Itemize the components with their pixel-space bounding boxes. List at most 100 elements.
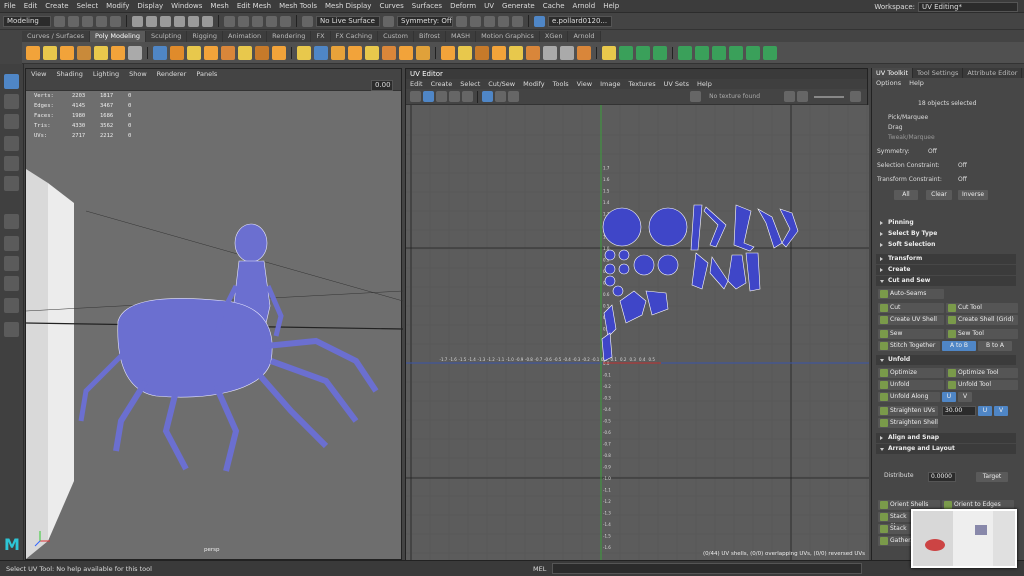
- shelf-tool-icon[interactable]: [221, 45, 235, 60]
- vertex-mode-icon[interactable]: [146, 15, 157, 27]
- shelf-tool-icon[interactable]: [653, 45, 667, 60]
- viewport-value-field[interactable]: 0.00: [371, 80, 393, 91]
- uv-grid-icon[interactable]: [436, 91, 447, 102]
- uv-menu-modify[interactable]: Modify: [519, 80, 549, 88]
- menu-item-arnold[interactable]: Arnold: [569, 2, 600, 10]
- shelf-tool-icon[interactable]: [238, 45, 252, 60]
- shelf-tab-rendering[interactable]: Rendering: [267, 31, 312, 42]
- history-icon[interactable]: [456, 15, 467, 27]
- shelf-tool-icon[interactable]: [77, 45, 91, 60]
- sew-tool-button[interactable]: Sew Tool: [946, 329, 1018, 339]
- shelf-tab-custom[interactable]: Custom: [378, 31, 414, 42]
- shelf-tool-icon[interactable]: [128, 45, 142, 60]
- shelf-tab-fx[interactable]: FX: [311, 31, 331, 42]
- select-by-type-section[interactable]: Select By Type: [876, 229, 1016, 239]
- uv-shell[interactable]: [648, 207, 688, 247]
- tweak-marquee-option[interactable]: Tweak/Marquee: [888, 134, 935, 141]
- uv-shell[interactable]: [604, 249, 616, 261]
- shelf-tool-icon[interactable]: [619, 45, 633, 60]
- viewport-menu-renderer[interactable]: Renderer: [152, 70, 192, 78]
- unfold-along-v-button[interactable]: V: [958, 392, 972, 402]
- exposure-icon[interactable]: [784, 91, 795, 102]
- menu-item-modify[interactable]: Modify: [102, 2, 133, 10]
- panel-tab-uv-toolkit[interactable]: UV Toolkit: [872, 68, 914, 78]
- shelf-tool-icon[interactable]: [348, 45, 362, 60]
- viewport-menu-panels[interactable]: Panels: [191, 70, 222, 78]
- redo-icon[interactable]: [110, 15, 121, 27]
- select-inverse-button[interactable]: Inverse: [958, 190, 988, 200]
- menu-item-help[interactable]: Help: [599, 2, 623, 10]
- soft-selection-section[interactable]: Soft Selection: [876, 240, 1016, 250]
- render-settings-icon[interactable]: [498, 15, 509, 27]
- uv-display-icon[interactable]: [495, 91, 506, 102]
- straighten-shell-button[interactable]: Straighten Shell: [878, 418, 938, 428]
- edge-mode-icon[interactable]: [160, 15, 171, 27]
- selection-constraint-value[interactable]: Off: [958, 162, 967, 169]
- pinning-section[interactable]: Pinning: [876, 218, 1016, 228]
- target-button[interactable]: Target: [976, 472, 1008, 482]
- lasso-tool-icon[interactable]: [4, 94, 19, 109]
- menu-item-cache[interactable]: Cache: [539, 2, 569, 10]
- layout-outliner-icon[interactable]: [4, 276, 19, 291]
- mel-language-toggle[interactable]: MEL: [533, 565, 546, 573]
- straighten-v-button[interactable]: V: [994, 406, 1008, 416]
- shelf-tab-fx-caching[interactable]: FX Caching: [330, 31, 379, 42]
- shelf-tool-icon[interactable]: [763, 45, 777, 60]
- menu-item-display[interactable]: Display: [133, 2, 167, 10]
- uv-menu-create[interactable]: Create: [427, 80, 457, 88]
- menu-item-curves[interactable]: Curves: [375, 2, 407, 10]
- uv-checker-icon[interactable]: [462, 91, 473, 102]
- stack-and-orient-button[interactable]: Stack a...: [878, 524, 912, 542]
- viewport-menu-show[interactable]: Show: [124, 70, 152, 78]
- menu-item-mesh[interactable]: Mesh: [206, 2, 232, 10]
- menu-item-deform[interactable]: Deform: [446, 2, 480, 10]
- create-section[interactable]: Create: [876, 265, 1016, 275]
- magnify-icon[interactable]: [4, 322, 19, 337]
- uv-shell[interactable]: [602, 207, 642, 247]
- unfold-button[interactable]: Unfold: [878, 380, 944, 390]
- shelf-tool-icon[interactable]: [712, 45, 726, 60]
- perspective-viewport[interactable]: View Shading Lighting Show Renderer Panels 0.…: [25, 68, 403, 560]
- user-account[interactable]: e.pollard0120...: [548, 15, 612, 27]
- toolkit-options-menu[interactable]: Options: [872, 78, 905, 88]
- shelf-tool-icon[interactable]: [111, 45, 125, 60]
- shelf-tool-icon[interactable]: [255, 45, 269, 60]
- cut-tool-button[interactable]: Cut Tool: [946, 303, 1018, 313]
- menu-item-select[interactable]: Select: [73, 2, 103, 10]
- cut-button[interactable]: Cut: [878, 303, 944, 313]
- stitch-together-button[interactable]: Stitch Together: [878, 341, 940, 351]
- unfold-along-u-button[interactable]: U: [942, 392, 956, 402]
- shelf-tool-icon[interactable]: [416, 45, 430, 60]
- shelf-tool-icon[interactable]: [543, 45, 557, 60]
- snap-surface-icon[interactable]: [280, 15, 291, 27]
- shelf-tool-icon[interactable]: [204, 45, 218, 60]
- menu-item-mesh-display[interactable]: Mesh Display: [321, 2, 375, 10]
- hypershade-icon[interactable]: [512, 15, 523, 27]
- a-to-b-button[interactable]: A to B: [942, 341, 976, 351]
- shelf-tab-rigging[interactable]: Rigging: [187, 31, 223, 42]
- snap-grid-icon[interactable]: [224, 15, 235, 27]
- menu-item-create[interactable]: Create: [41, 2, 72, 10]
- menu-item-mesh-tools[interactable]: Mesh Tools: [275, 2, 321, 10]
- menu-item-edit[interactable]: Edit: [20, 2, 42, 10]
- uv-shell[interactable]: [657, 254, 679, 276]
- shelf-tab-bifrost[interactable]: Bifrost: [413, 31, 446, 42]
- cut-and-sew-section[interactable]: Cut and Sew: [876, 276, 1016, 286]
- uv-shell[interactable]: [604, 263, 616, 275]
- symmetry-dropdown[interactable]: Symmetry: Off: [397, 15, 453, 27]
- pick-marquee-option[interactable]: Pick/Marquee: [888, 114, 928, 121]
- menu-item-surfaces[interactable]: Surfaces: [408, 2, 446, 10]
- mode-dropdown[interactable]: Modeling: [3, 15, 51, 27]
- menu-item-windows[interactable]: Windows: [167, 2, 206, 10]
- symmetry-value[interactable]: Off: [928, 148, 937, 155]
- shelf-tool-icon[interactable]: [94, 45, 108, 60]
- color-icon[interactable]: [850, 91, 861, 102]
- shelf-tool-icon[interactable]: [602, 45, 616, 60]
- uv-shell[interactable]: [604, 275, 616, 287]
- texture-display-icon[interactable]: [690, 91, 702, 102]
- shelf-tool-icon[interactable]: [729, 45, 743, 60]
- transform-section[interactable]: Transform: [876, 254, 1016, 264]
- snap-view-icon[interactable]: [266, 15, 277, 27]
- shelf-tool-icon[interactable]: [314, 45, 328, 60]
- sew-button[interactable]: Sew: [878, 329, 944, 339]
